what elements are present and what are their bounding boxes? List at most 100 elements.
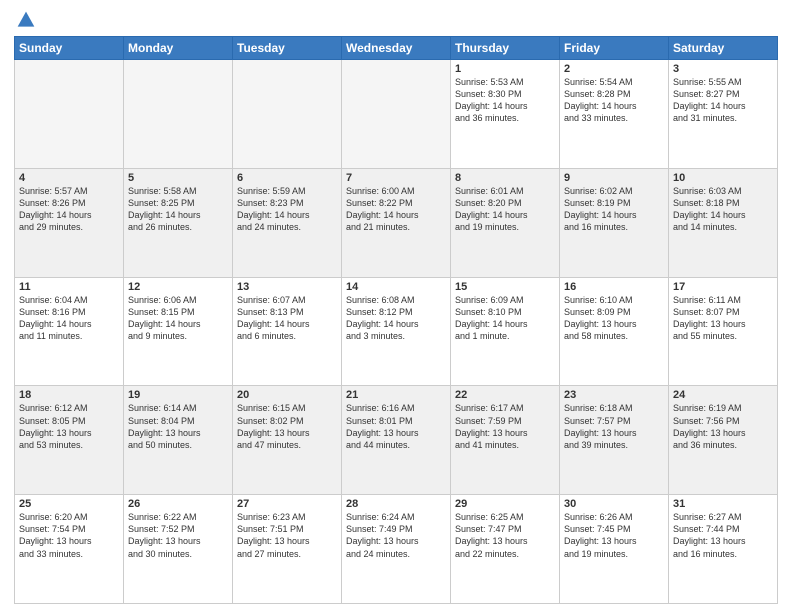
day-info: Sunrise: 6:18 AM Sunset: 7:57 PM Dayligh… xyxy=(564,402,664,451)
calendar-cell: 1Sunrise: 5:53 AM Sunset: 8:30 PM Daylig… xyxy=(451,60,560,169)
day-number: 18 xyxy=(19,389,119,401)
day-info: Sunrise: 6:00 AM Sunset: 8:22 PM Dayligh… xyxy=(346,185,446,234)
day-info: Sunrise: 6:25 AM Sunset: 7:47 PM Dayligh… xyxy=(455,511,555,560)
day-header-tuesday: Tuesday xyxy=(233,37,342,60)
day-number: 5 xyxy=(128,172,228,184)
day-info: Sunrise: 5:58 AM Sunset: 8:25 PM Dayligh… xyxy=(128,185,228,234)
day-number: 4 xyxy=(19,172,119,184)
calendar-cell: 14Sunrise: 6:08 AM Sunset: 8:12 PM Dayli… xyxy=(342,277,451,386)
calendar-cell: 8Sunrise: 6:01 AM Sunset: 8:20 PM Daylig… xyxy=(451,168,560,277)
calendar-week-2: 11Sunrise: 6:04 AM Sunset: 8:16 PM Dayli… xyxy=(15,277,778,386)
day-number: 8 xyxy=(455,172,555,184)
calendar-cell: 27Sunrise: 6:23 AM Sunset: 7:51 PM Dayli… xyxy=(233,495,342,604)
day-number: 17 xyxy=(673,281,773,293)
calendar-cell: 22Sunrise: 6:17 AM Sunset: 7:59 PM Dayli… xyxy=(451,386,560,495)
day-number: 21 xyxy=(346,389,446,401)
day-info: Sunrise: 6:11 AM Sunset: 8:07 PM Dayligh… xyxy=(673,294,773,343)
calendar-cell: 18Sunrise: 6:12 AM Sunset: 8:05 PM Dayli… xyxy=(15,386,124,495)
day-info: Sunrise: 6:26 AM Sunset: 7:45 PM Dayligh… xyxy=(564,511,664,560)
day-number: 24 xyxy=(673,389,773,401)
header xyxy=(14,10,778,30)
day-info: Sunrise: 6:09 AM Sunset: 8:10 PM Dayligh… xyxy=(455,294,555,343)
day-info: Sunrise: 6:20 AM Sunset: 7:54 PM Dayligh… xyxy=(19,511,119,560)
day-header-sunday: Sunday xyxy=(15,37,124,60)
calendar-cell: 5Sunrise: 5:58 AM Sunset: 8:25 PM Daylig… xyxy=(124,168,233,277)
day-info: Sunrise: 6:02 AM Sunset: 8:19 PM Dayligh… xyxy=(564,185,664,234)
calendar-cell xyxy=(124,60,233,169)
calendar-cell: 10Sunrise: 6:03 AM Sunset: 8:18 PM Dayli… xyxy=(669,168,778,277)
logo-icon xyxy=(16,10,36,30)
calendar-cell: 6Sunrise: 5:59 AM Sunset: 8:23 PM Daylig… xyxy=(233,168,342,277)
calendar-cell: 17Sunrise: 6:11 AM Sunset: 8:07 PM Dayli… xyxy=(669,277,778,386)
day-info: Sunrise: 6:23 AM Sunset: 7:51 PM Dayligh… xyxy=(237,511,337,560)
calendar-cell: 11Sunrise: 6:04 AM Sunset: 8:16 PM Dayli… xyxy=(15,277,124,386)
day-number: 3 xyxy=(673,63,773,75)
day-number: 14 xyxy=(346,281,446,293)
day-header-wednesday: Wednesday xyxy=(342,37,451,60)
day-info: Sunrise: 6:12 AM Sunset: 8:05 PM Dayligh… xyxy=(19,402,119,451)
calendar-cell: 12Sunrise: 6:06 AM Sunset: 8:15 PM Dayli… xyxy=(124,277,233,386)
calendar-cell: 26Sunrise: 6:22 AM Sunset: 7:52 PM Dayli… xyxy=(124,495,233,604)
day-info: Sunrise: 5:59 AM Sunset: 8:23 PM Dayligh… xyxy=(237,185,337,234)
calendar-week-0: 1Sunrise: 5:53 AM Sunset: 8:30 PM Daylig… xyxy=(15,60,778,169)
calendar-week-1: 4Sunrise: 5:57 AM Sunset: 8:26 PM Daylig… xyxy=(15,168,778,277)
day-info: Sunrise: 6:15 AM Sunset: 8:02 PM Dayligh… xyxy=(237,402,337,451)
calendar-cell xyxy=(233,60,342,169)
day-info: Sunrise: 6:08 AM Sunset: 8:12 PM Dayligh… xyxy=(346,294,446,343)
day-number: 13 xyxy=(237,281,337,293)
calendar-header-row: SundayMondayTuesdayWednesdayThursdayFrid… xyxy=(15,37,778,60)
day-number: 7 xyxy=(346,172,446,184)
day-number: 27 xyxy=(237,498,337,510)
calendar-week-4: 25Sunrise: 6:20 AM Sunset: 7:54 PM Dayli… xyxy=(15,495,778,604)
calendar-cell xyxy=(342,60,451,169)
day-header-saturday: Saturday xyxy=(669,37,778,60)
day-info: Sunrise: 6:10 AM Sunset: 8:09 PM Dayligh… xyxy=(564,294,664,343)
day-info: Sunrise: 5:54 AM Sunset: 8:28 PM Dayligh… xyxy=(564,76,664,125)
day-number: 29 xyxy=(455,498,555,510)
day-info: Sunrise: 6:17 AM Sunset: 7:59 PM Dayligh… xyxy=(455,402,555,451)
day-info: Sunrise: 6:06 AM Sunset: 8:15 PM Dayligh… xyxy=(128,294,228,343)
day-info: Sunrise: 6:04 AM Sunset: 8:16 PM Dayligh… xyxy=(19,294,119,343)
day-info: Sunrise: 6:16 AM Sunset: 8:01 PM Dayligh… xyxy=(346,402,446,451)
page: SundayMondayTuesdayWednesdayThursdayFrid… xyxy=(0,0,792,612)
day-info: Sunrise: 6:14 AM Sunset: 8:04 PM Dayligh… xyxy=(128,402,228,451)
day-number: 15 xyxy=(455,281,555,293)
calendar-cell: 24Sunrise: 6:19 AM Sunset: 7:56 PM Dayli… xyxy=(669,386,778,495)
day-number: 28 xyxy=(346,498,446,510)
day-number: 11 xyxy=(19,281,119,293)
calendar-cell: 7Sunrise: 6:00 AM Sunset: 8:22 PM Daylig… xyxy=(342,168,451,277)
calendar: SundayMondayTuesdayWednesdayThursdayFrid… xyxy=(14,36,778,604)
calendar-cell: 4Sunrise: 5:57 AM Sunset: 8:26 PM Daylig… xyxy=(15,168,124,277)
calendar-cell: 20Sunrise: 6:15 AM Sunset: 8:02 PM Dayli… xyxy=(233,386,342,495)
calendar-cell xyxy=(15,60,124,169)
day-header-thursday: Thursday xyxy=(451,37,560,60)
day-number: 1 xyxy=(455,63,555,75)
day-info: Sunrise: 5:53 AM Sunset: 8:30 PM Dayligh… xyxy=(455,76,555,125)
day-number: 20 xyxy=(237,389,337,401)
day-info: Sunrise: 6:19 AM Sunset: 7:56 PM Dayligh… xyxy=(673,402,773,451)
day-number: 30 xyxy=(564,498,664,510)
calendar-cell: 15Sunrise: 6:09 AM Sunset: 8:10 PM Dayli… xyxy=(451,277,560,386)
day-header-friday: Friday xyxy=(560,37,669,60)
calendar-cell: 16Sunrise: 6:10 AM Sunset: 8:09 PM Dayli… xyxy=(560,277,669,386)
calendar-cell: 3Sunrise: 5:55 AM Sunset: 8:27 PM Daylig… xyxy=(669,60,778,169)
logo xyxy=(14,10,36,30)
day-number: 2 xyxy=(564,63,664,75)
calendar-cell: 13Sunrise: 6:07 AM Sunset: 8:13 PM Dayli… xyxy=(233,277,342,386)
day-info: Sunrise: 6:27 AM Sunset: 7:44 PM Dayligh… xyxy=(673,511,773,560)
day-header-monday: Monday xyxy=(124,37,233,60)
day-info: Sunrise: 6:24 AM Sunset: 7:49 PM Dayligh… xyxy=(346,511,446,560)
day-number: 12 xyxy=(128,281,228,293)
calendar-cell: 2Sunrise: 5:54 AM Sunset: 8:28 PM Daylig… xyxy=(560,60,669,169)
day-number: 9 xyxy=(564,172,664,184)
calendar-cell: 31Sunrise: 6:27 AM Sunset: 7:44 PM Dayli… xyxy=(669,495,778,604)
day-number: 10 xyxy=(673,172,773,184)
calendar-cell: 25Sunrise: 6:20 AM Sunset: 7:54 PM Dayli… xyxy=(15,495,124,604)
day-info: Sunrise: 6:03 AM Sunset: 8:18 PM Dayligh… xyxy=(673,185,773,234)
day-number: 25 xyxy=(19,498,119,510)
calendar-cell: 21Sunrise: 6:16 AM Sunset: 8:01 PM Dayli… xyxy=(342,386,451,495)
day-info: Sunrise: 6:07 AM Sunset: 8:13 PM Dayligh… xyxy=(237,294,337,343)
calendar-cell: 23Sunrise: 6:18 AM Sunset: 7:57 PM Dayli… xyxy=(560,386,669,495)
day-number: 31 xyxy=(673,498,773,510)
day-number: 22 xyxy=(455,389,555,401)
